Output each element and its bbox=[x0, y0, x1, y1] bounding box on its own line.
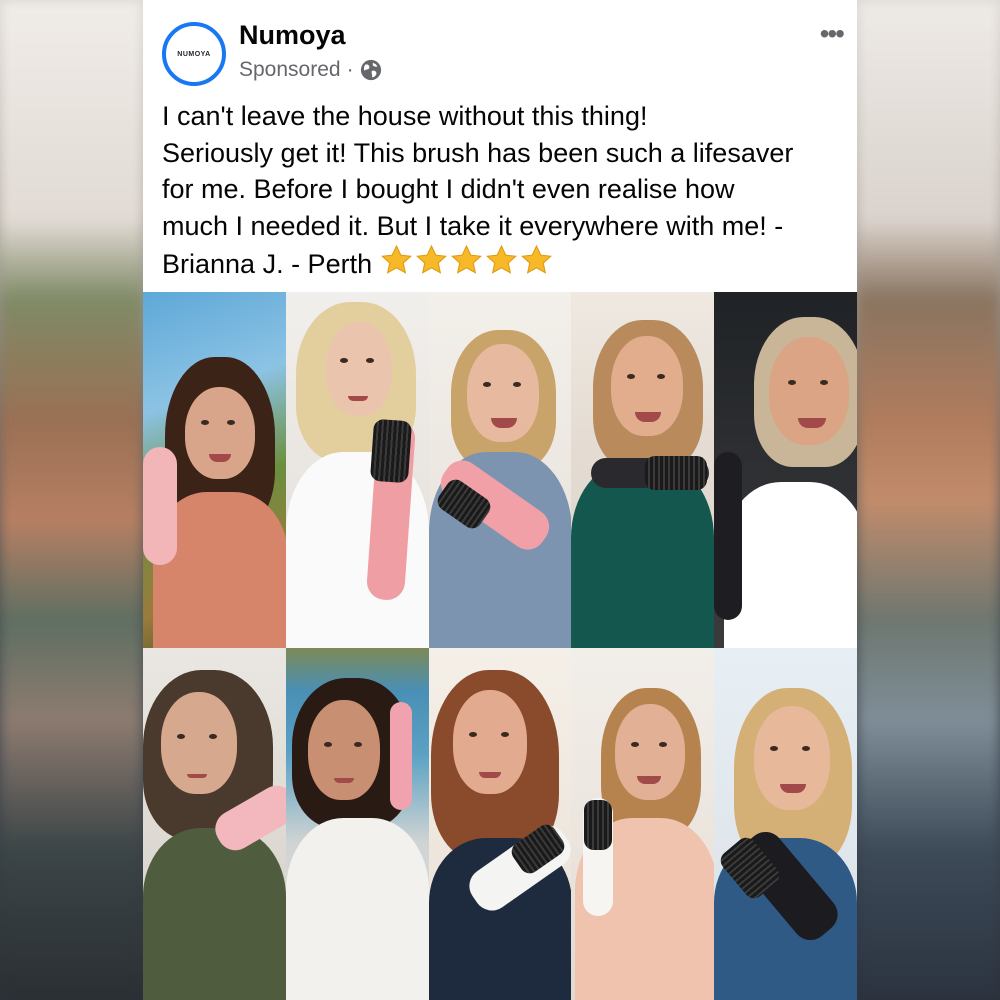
photo-tile-7[interactable] bbox=[285, 648, 429, 1000]
caption-author: Brianna J. - Perth bbox=[162, 249, 373, 279]
sponsored-post-card: NUMOYA Numoya Sponsored · ••• I can't le… bbox=[143, 0, 857, 1000]
photo-tile-4[interactable] bbox=[571, 292, 715, 648]
testimonial-photo-grid[interactable] bbox=[143, 292, 857, 1000]
photo-tile-8[interactable] bbox=[428, 648, 572, 1000]
page-avatar[interactable]: NUMOYA bbox=[162, 22, 226, 86]
separator-dot: · bbox=[346, 58, 354, 81]
star-icon bbox=[416, 244, 448, 274]
post-caption: I can't leave the house without this thi… bbox=[162, 98, 852, 287]
blurred-background-left bbox=[0, 0, 143, 1000]
photo-tile-9[interactable] bbox=[571, 648, 715, 1000]
photo-tile-6[interactable] bbox=[143, 648, 286, 1000]
caption-line-4: much I needed it. But I take it everywhe… bbox=[162, 210, 784, 241]
avatar-logo-text: NUMOYA bbox=[177, 50, 211, 58]
star-icon bbox=[451, 244, 483, 274]
more-options-icon[interactable]: ••• bbox=[820, 20, 845, 48]
star-icon bbox=[381, 244, 413, 274]
star-icon bbox=[521, 244, 553, 274]
caption-line-3: for me. Before I bought I didn't even re… bbox=[162, 174, 735, 204]
star-icon bbox=[486, 244, 518, 274]
globe-icon bbox=[360, 59, 381, 81]
sponsored-label: Sponsored bbox=[239, 58, 341, 81]
star-rating bbox=[380, 244, 555, 287]
photo-tile-10[interactable] bbox=[714, 648, 857, 1000]
photo-tile-5[interactable] bbox=[714, 292, 857, 648]
blurred-background-right bbox=[857, 0, 1000, 1000]
caption-line-5: Brianna J. - Perth bbox=[162, 244, 852, 287]
photo-tile-1[interactable] bbox=[143, 292, 286, 648]
post-header: NUMOYA Numoya Sponsored · ••• bbox=[143, 0, 857, 95]
caption-line-1: I can't leave the house without this thi… bbox=[162, 101, 648, 131]
page-name-link[interactable]: Numoya bbox=[239, 20, 346, 51]
photo-tile-2[interactable] bbox=[285, 292, 429, 648]
photo-tile-3[interactable] bbox=[428, 292, 572, 648]
caption-line-2: Seriously get it! This brush has been su… bbox=[162, 137, 794, 168]
sponsored-row: Sponsored · bbox=[239, 58, 382, 82]
